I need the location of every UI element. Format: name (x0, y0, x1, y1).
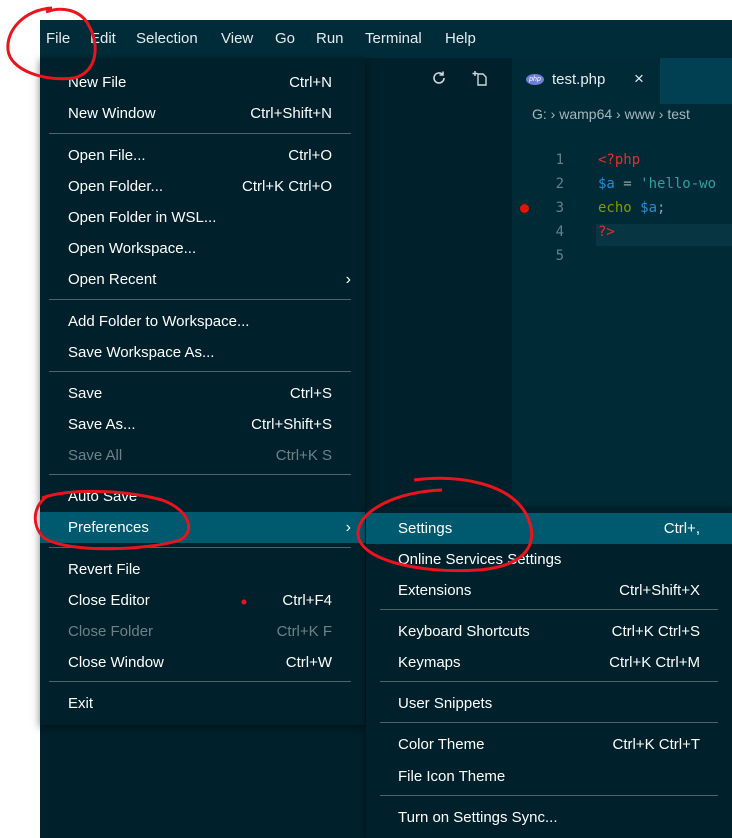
line-number: 2 (555, 176, 564, 192)
menu-separator (49, 681, 351, 682)
menu-item-extensions[interactable]: Extensions Ctrl+Shift+X (366, 575, 732, 606)
menu-item-settings[interactable]: Settings Ctrl+, (366, 513, 732, 544)
breadcrumb[interactable]: G: › wamp64 › www › test (532, 106, 690, 122)
new-file-icon[interactable] (472, 70, 489, 92)
current-line-highlight (596, 224, 732, 246)
menu-terminal[interactable]: Terminal (361, 20, 426, 58)
file-menu: New File Ctrl+N New Window Ctrl+Shift+N Op… (40, 58, 365, 725)
php-file-icon: php (526, 74, 544, 85)
line-number: 3 (555, 200, 564, 216)
code-line[interactable]: <?php (598, 152, 640, 168)
menu-item-color-theme[interactable]: Color Theme Ctrl+K Ctrl+T (366, 729, 732, 760)
menu-separator (49, 474, 351, 475)
menu-separator (49, 133, 351, 134)
menu-item-open-recent[interactable]: Open Recent › (40, 264, 365, 295)
line-number: 4 (555, 224, 564, 240)
menu-separator (380, 609, 718, 610)
breakpoint-icon[interactable] (520, 204, 529, 213)
menu-separator (49, 547, 351, 548)
menu-go[interactable]: Go (271, 20, 299, 58)
menu-item-settings-sync[interactable]: Turn on Settings Sync... (366, 802, 732, 833)
preferences-submenu: Settings Ctrl+, Online Services Settings … (366, 507, 732, 838)
menu-separator (380, 722, 718, 723)
menu-item-online-services-settings[interactable]: Online Services Settings (366, 544, 732, 575)
close-icon[interactable]: × (634, 69, 644, 89)
line-number: 5 (555, 248, 564, 264)
menu-item-save-all: Save All Ctrl+K S (68, 447, 332, 464)
menu-item-exit[interactable]: Exit (40, 688, 365, 719)
menu-item-new-file[interactable]: New File Ctrl+N (40, 67, 365, 98)
menu-item-revert-file[interactable]: Revert File (40, 554, 365, 585)
tab-bar: php test.php × (512, 58, 732, 104)
menu-item-auto-save[interactable]: Auto Save (40, 481, 365, 512)
chevron-right-icon: › (345, 271, 351, 288)
menu-run[interactable]: Run (312, 20, 348, 58)
menu-item-preferences[interactable]: Preferences › (40, 512, 365, 543)
menu-item-close-editor[interactable]: Close Editor Ctrl+F4 (40, 585, 365, 616)
menu-item-open-folder[interactable]: Open Folder... Ctrl+K Ctrl+O (40, 171, 365, 202)
menu-bar: File Edit Selection View Go Run Terminal… (40, 20, 732, 58)
refresh-icon[interactable] (431, 70, 447, 91)
tab-test-php[interactable]: php test.php × (512, 58, 660, 104)
menu-item-add-folder[interactable]: Add Folder to Workspace... (40, 306, 365, 337)
menu-help[interactable]: Help (441, 20, 480, 58)
menu-item-keymaps[interactable]: Keymaps Ctrl+K Ctrl+M (366, 647, 732, 678)
line-number: 1 (555, 152, 564, 168)
code-line[interactable]: ?> (598, 224, 615, 240)
menu-item-user-snippets[interactable]: User Snippets (366, 688, 732, 719)
code-line[interactable]: $a = 'hello-wo (598, 176, 716, 192)
menu-selection[interactable]: Selection (132, 20, 202, 58)
menu-item-save-as[interactable]: Save As... Ctrl+Shift+S (40, 409, 365, 440)
chevron-right-icon: › (345, 519, 351, 536)
menu-item-file-icon-theme[interactable]: File Icon Theme (366, 761, 732, 792)
menu-edit[interactable]: Edit (86, 20, 120, 58)
menu-separator (49, 299, 351, 300)
menu-item-keyboard-shortcuts[interactable]: Keyboard Shortcuts Ctrl+K Ctrl+S (366, 616, 732, 647)
menu-item-save[interactable]: Save Ctrl+S (40, 378, 365, 409)
menu-file[interactable]: File (42, 20, 74, 58)
menu-item-close-folder: Close Folder Ctrl+K F (68, 623, 332, 640)
menu-item-open-workspace[interactable]: Open Workspace... (40, 233, 365, 264)
code-line[interactable]: echo $a; (598, 200, 665, 216)
menu-view[interactable]: View (217, 20, 257, 58)
menu-item-close-window[interactable]: Close Window Ctrl+W (40, 647, 365, 678)
menu-separator (380, 795, 718, 796)
tab-label: test.php (552, 71, 606, 88)
menu-item-save-workspace-as[interactable]: Save Workspace As... (40, 337, 365, 368)
menu-item-new-window[interactable]: New Window Ctrl+Shift+N (40, 98, 365, 129)
menu-separator (49, 371, 351, 372)
menu-item-open-folder-wsl[interactable]: Open Folder in WSL... (40, 202, 365, 233)
menu-separator (380, 681, 718, 682)
menu-item-open-file[interactable]: Open File... Ctrl+O (40, 140, 365, 171)
